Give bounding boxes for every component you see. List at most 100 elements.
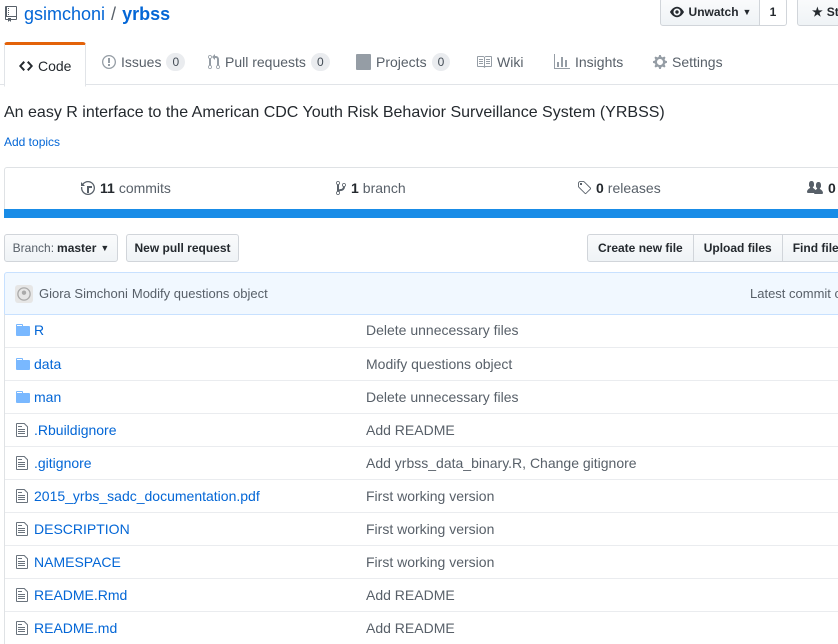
branch-select-button[interactable]: Branch: master ▼ bbox=[4, 234, 118, 262]
caret-down-icon: ▼ bbox=[100, 243, 110, 253]
table-row: .gitignore Add yrbss_data_binary.R, Chang… bbox=[5, 446, 838, 479]
latest-commit-info[interactable]: Latest commit c bbox=[750, 286, 838, 301]
tab-settings[interactable]: Settings bbox=[653, 40, 723, 84]
branch-select-value: master bbox=[57, 241, 97, 255]
repo-title: gsimchoni / yrbss bbox=[4, 2, 170, 26]
pull-requests-counter: 0 bbox=[310, 53, 330, 71]
pull-request-icon bbox=[208, 54, 220, 70]
commit-message-link[interactable]: First working version bbox=[366, 554, 494, 570]
tab-pull-requests[interactable]: Pull requests 0 bbox=[208, 40, 330, 84]
tab-insights[interactable]: Insights bbox=[554, 40, 623, 84]
table-row: DESCRIPTION First working version bbox=[5, 512, 838, 545]
repo-description: An easy R interface to the American CDC … bbox=[4, 104, 665, 121]
commit-message-link[interactable]: Modify questions object bbox=[366, 356, 512, 372]
repo-name-link[interactable]: yrbss bbox=[122, 4, 170, 25]
tab-projects[interactable]: Projects 0 bbox=[356, 40, 451, 84]
releases-link[interactable]: 0 releases bbox=[577, 180, 661, 196]
commits-link[interactable]: 11 commits bbox=[81, 180, 171, 196]
tab-issues[interactable]: Issues 0 bbox=[102, 40, 186, 84]
tab-wiki-label: Wiki bbox=[497, 54, 524, 70]
star-button[interactable]: ★ St bbox=[797, 0, 838, 26]
file-icon bbox=[15, 521, 31, 537]
find-file-button[interactable]: Find file bbox=[781, 234, 838, 262]
caret-down-icon: ▼ bbox=[742, 7, 752, 17]
commit-author[interactable]: Giora Simchoni bbox=[39, 286, 128, 301]
file-icon bbox=[15, 488, 31, 504]
tab-settings-label: Settings bbox=[672, 54, 723, 70]
avatar[interactable] bbox=[15, 284, 33, 303]
tab-code[interactable]: Code bbox=[4, 42, 87, 87]
commit-message[interactable]: Modify questions object bbox=[132, 286, 268, 301]
commit-message-link[interactable]: Add README bbox=[366, 422, 455, 438]
table-row: man Delete unnecessary files bbox=[5, 380, 838, 413]
star-icon: ★ bbox=[812, 5, 823, 19]
releases-count: 0 bbox=[596, 180, 604, 196]
commit-message-link[interactable]: Add README bbox=[366, 587, 455, 603]
file-name-link[interactable]: README.Rmd bbox=[34, 587, 127, 603]
file-icon bbox=[15, 620, 31, 636]
file-name-link[interactable]: R bbox=[34, 322, 44, 338]
file-name-link[interactable]: .Rbuildignore bbox=[34, 422, 117, 438]
file-name-link[interactable]: .gitignore bbox=[34, 455, 92, 471]
commit-message-link[interactable]: First working version bbox=[366, 521, 494, 537]
repo-tabs: Code Issues 0 Pull requests 0 Projects 0… bbox=[0, 40, 838, 87]
table-row: 2015_yrbs_sadc_documentation.pdf First wo… bbox=[5, 479, 838, 512]
file-name-link[interactable]: NAMESPACE bbox=[34, 554, 121, 570]
code-icon bbox=[19, 60, 33, 71]
contributors-link[interactable]: 0 bbox=[807, 180, 838, 196]
releases-label: releases bbox=[607, 180, 661, 196]
folder-icon bbox=[15, 356, 31, 372]
latest-commit-bar: Giora Simchoni Modify questions object L… bbox=[4, 272, 838, 315]
history-icon bbox=[81, 181, 95, 195]
issue-icon bbox=[102, 55, 116, 69]
avatar-placeholder-icon bbox=[17, 286, 31, 301]
file-name-link[interactable]: README.md bbox=[34, 620, 117, 636]
repo-icon bbox=[5, 6, 17, 22]
unwatch-label: Unwatch bbox=[688, 5, 739, 19]
graph-icon bbox=[554, 54, 570, 69]
commit-message-link[interactable]: Delete unnecessary files bbox=[366, 322, 519, 338]
language-bar[interactable] bbox=[4, 209, 838, 218]
folder-icon bbox=[15, 322, 31, 338]
repo-owner-link[interactable]: gsimchoni bbox=[24, 4, 105, 25]
file-name-link[interactable]: data bbox=[34, 356, 61, 372]
tab-issues-label: Issues bbox=[121, 54, 162, 70]
table-row: NAMESPACE First working version bbox=[5, 545, 838, 578]
project-icon bbox=[356, 54, 371, 70]
file-icon bbox=[15, 422, 31, 438]
create-new-file-button[interactable]: Create new file bbox=[587, 234, 694, 262]
people-icon bbox=[807, 181, 823, 194]
contributors-count: 0 bbox=[828, 180, 836, 196]
tab-wiki[interactable]: Wiki bbox=[476, 40, 523, 84]
branch-label: branch bbox=[362, 180, 406, 196]
numbers-summary: 11 commits 1 branch 0 releases 0 bbox=[4, 167, 838, 211]
file-name-link[interactable]: DESCRIPTION bbox=[34, 521, 130, 537]
file-icon bbox=[15, 455, 31, 471]
commit-message-link[interactable]: First working version bbox=[366, 488, 494, 504]
new-pull-request-button[interactable]: New pull request bbox=[126, 234, 239, 262]
commit-message-link[interactable]: Delete unnecessary files bbox=[366, 389, 519, 405]
upload-files-button[interactable]: Upload files bbox=[692, 234, 783, 262]
unwatch-button[interactable]: Unwatch ▼ bbox=[660, 0, 760, 26]
star-label: St bbox=[826, 5, 838, 19]
commits-count: 11 bbox=[100, 180, 115, 196]
tag-icon bbox=[578, 181, 591, 195]
tab-code-label: Code bbox=[38, 57, 72, 74]
repo-separator: / bbox=[111, 3, 117, 24]
issues-counter: 0 bbox=[166, 53, 186, 71]
file-icon bbox=[15, 587, 31, 603]
tab-pull-requests-label: Pull requests bbox=[225, 54, 306, 70]
table-row: README.md Add README bbox=[5, 611, 838, 644]
file-icon bbox=[15, 554, 31, 570]
file-name-link[interactable]: 2015_yrbs_sadc_documentation.pdf bbox=[34, 488, 260, 504]
file-name-link[interactable]: man bbox=[34, 389, 61, 405]
commit-message-link[interactable]: Add yrbss_data_binary.R, Change gitignor… bbox=[366, 455, 637, 471]
add-topics-link[interactable]: Add topics bbox=[4, 135, 60, 149]
commit-message-link[interactable]: Add README bbox=[366, 620, 455, 636]
watch-count[interactable]: 1 bbox=[759, 0, 787, 26]
projects-counter: 0 bbox=[431, 53, 451, 71]
tab-projects-label: Projects bbox=[376, 54, 427, 70]
book-icon bbox=[477, 56, 492, 68]
branches-link[interactable]: 1 branch bbox=[336, 180, 406, 196]
commits-label: commits bbox=[118, 180, 171, 196]
